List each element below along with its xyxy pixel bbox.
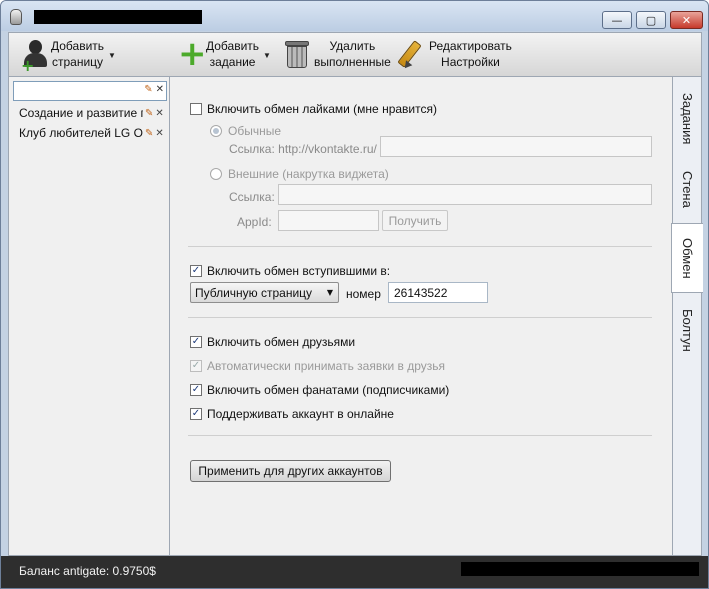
likes-normal-label: Обычные: [228, 124, 282, 138]
app-window: — ▢ ✕ + Добавить страницу ▼ + Добавить з…: [0, 0, 709, 589]
radio-circle[interactable]: [210, 125, 222, 137]
external-link-input[interactable]: [278, 184, 652, 205]
friends-exchange-checkbox[interactable]: ✓ Включить обмен друзьями: [190, 335, 355, 349]
pencil-icon[interactable]: ✎: [144, 84, 152, 95]
radio-circle[interactable]: [210, 168, 222, 180]
list-item[interactable]: Создание и развитие г ✎ ✕: [9, 103, 169, 123]
likes-link-input[interactable]: [380, 136, 652, 157]
divider: [188, 317, 652, 318]
checkbox-box[interactable]: ✓: [190, 408, 202, 420]
pages-sidebar: ✎ ✕ Создание и развитие г ✎ ✕ Клуб любит…: [8, 76, 169, 556]
join-type-select[interactable]: Публичную страницу ▼: [190, 282, 339, 303]
clear-icon[interactable]: ✕: [156, 84, 164, 95]
close-button[interactable]: ✕: [670, 11, 703, 29]
title-bar: — ▢ ✕: [1, 1, 708, 31]
tab-wall-label: Стена: [680, 170, 695, 208]
toolbar: + Добавить страницу ▼ + Добавить задание…: [8, 32, 702, 76]
likes-exchange-label: Включить обмен лайками (мне нравится): [207, 102, 437, 116]
tab-chatter-label: Болтун: [680, 308, 695, 352]
app-icon: [10, 9, 22, 25]
add-user-icon: +: [21, 38, 51, 75]
add-page-label: Добавить страницу: [51, 39, 105, 69]
maximize-button[interactable]: ▢: [636, 11, 666, 29]
group-number-input[interactable]: 26143522: [388, 282, 488, 303]
likes-external-label: Внешние (накрутка виджета): [228, 167, 389, 181]
keep-online-label: Поддерживать аккаунт в онлайне: [207, 407, 394, 421]
checkbox-box[interactable]: ✓: [190, 384, 202, 396]
divider: [188, 435, 652, 436]
checkbox-box[interactable]: ✓: [190, 360, 202, 372]
checkbox-box[interactable]: ✓: [190, 336, 202, 348]
pencil-icon[interactable]: ✎: [145, 108, 153, 119]
redacted-status: [461, 562, 699, 576]
close-icon[interactable]: ✕: [155, 128, 163, 139]
joined-exchange-label: Включить обмен вступившими в:: [207, 264, 391, 278]
chevron-down-icon: ▼: [326, 288, 333, 297]
keep-online-checkbox[interactable]: ✓ Поддерживать аккаунт в онлайне: [190, 407, 394, 421]
chevron-down-icon[interactable]: ▼: [263, 51, 271, 60]
tab-wall[interactable]: Стена: [673, 161, 702, 217]
join-type-value: Публичную страницу: [195, 285, 313, 300]
auto-accept-label: Автоматически принимать заявки в друзья: [207, 359, 446, 373]
search-input[interactable]: ✎ ✕: [13, 81, 167, 101]
tab-exchange[interactable]: Обмен: [671, 223, 703, 293]
tab-chatter[interactable]: Болтун: [673, 299, 702, 361]
friends-exchange-label: Включить обмен друзьями: [207, 335, 356, 349]
page-name: Создание и развитие г: [19, 106, 143, 120]
trash-icon: [282, 38, 312, 70]
joined-exchange-checkbox[interactable]: ✓ Включить обмен вступившими в:: [190, 264, 390, 278]
pencil-icon[interactable]: ✎: [145, 128, 153, 139]
close-icon[interactable]: ✕: [155, 108, 163, 119]
antigate-balance: Баланс antigate: 0.9750$: [19, 564, 156, 578]
edit-settings-label: Редактировать Настройки: [429, 39, 512, 69]
appid-label: AppId:: [237, 215, 272, 229]
add-task-label: Добавить задание: [206, 39, 260, 69]
minimize-button[interactable]: —: [602, 11, 632, 29]
tab-tasks-label: Задания: [680, 93, 695, 145]
tab-exchange-label: Обмен: [680, 237, 695, 279]
exchange-settings-panel: Включить обмен лайками (мне нравится) Об…: [169, 76, 672, 556]
delete-completed-label: Удалить выполненные: [314, 39, 391, 69]
add-task-button[interactable]: + Добавить задание ▼: [176, 35, 271, 73]
redacted-title: [34, 10, 202, 24]
divider: [188, 246, 652, 247]
plus-icon: +: [178, 34, 207, 74]
vertical-tabs: Задания Стена Обмен Болтун: [671, 76, 703, 556]
fans-exchange-label: Включить обмен фанатами (подписчиками): [207, 383, 450, 397]
delete-completed-button[interactable]: Удалить выполненные: [282, 35, 391, 73]
pencil-icon: [397, 38, 429, 71]
external-link-label: Ссылка:: [229, 190, 275, 204]
status-bar: Баланс antigate: 0.9750$: [1, 556, 708, 588]
get-appid-button[interactable]: Получить: [382, 210, 448, 231]
list-item[interactable]: Клуб любителей LG Op ✎ ✕: [9, 123, 169, 143]
auto-accept-checkbox[interactable]: ✓ Автоматически принимать заявки в друзь…: [190, 359, 445, 373]
likes-external-radio[interactable]: Внешние (накрутка виджета): [210, 167, 389, 181]
checkbox-box[interactable]: [190, 103, 202, 115]
likes-link-label: Ссылка: http://vkontakte.ru/: [229, 142, 377, 156]
page-name: Клуб любителей LG Op: [19, 126, 143, 140]
fans-exchange-checkbox[interactable]: ✓ Включить обмен фанатами (подписчиками): [190, 383, 449, 397]
add-page-button[interactable]: + Добавить страницу ▼: [21, 35, 116, 75]
number-label: номер: [346, 287, 381, 301]
chevron-down-icon[interactable]: ▼: [108, 51, 116, 60]
tab-tasks[interactable]: Задания: [673, 85, 702, 153]
appid-input[interactable]: [278, 210, 379, 231]
apply-to-other-accounts-button[interactable]: Применить для других аккаунтов: [190, 460, 391, 482]
checkbox-box[interactable]: ✓: [190, 265, 202, 277]
likes-normal-radio[interactable]: Обычные: [210, 124, 281, 138]
edit-settings-button[interactable]: Редактировать Настройки: [397, 35, 512, 73]
likes-exchange-checkbox[interactable]: Включить обмен лайками (мне нравится): [190, 102, 437, 116]
